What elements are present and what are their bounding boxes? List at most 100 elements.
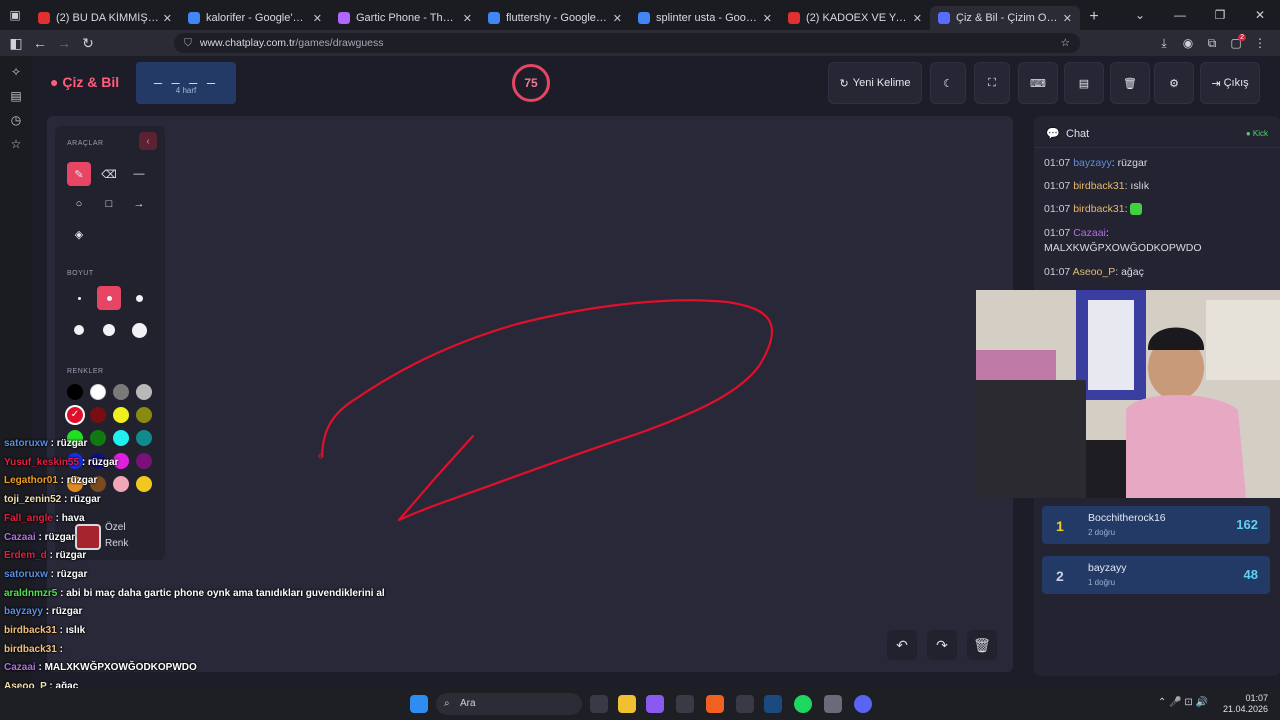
chat-username[interactable]: birdback31 [1073, 180, 1124, 192]
custom-color-label[interactable]: Özel Renk [105, 520, 128, 552]
undo-button[interactable]: ↶ [887, 630, 917, 660]
store-icon[interactable] [676, 695, 694, 713]
reload-icon[interactable]: ↻ [76, 35, 100, 52]
ai-icon[interactable]: ✧ [0, 60, 32, 84]
app-logo[interactable]: ● Çiz & Bil [50, 74, 119, 90]
color-swatch[interactable] [113, 384, 129, 400]
forward-icon[interactable]: → [52, 35, 76, 51]
restore-icon[interactable]: ❐ [1200, 8, 1240, 22]
task-view-icon[interactable] [590, 695, 608, 713]
chat-username[interactable]: bayzayy [1073, 157, 1112, 169]
color-swatch[interactable] [90, 430, 106, 446]
browser-tab[interactable]: (2) KADOEX VE YAKOTİBET STIL ✕ [780, 6, 930, 30]
browser-tab[interactable]: Çiz & Bil - Çizim Oyunu ✕ [930, 6, 1080, 30]
tab-list-icon[interactable]: ⌄ [1120, 8, 1160, 22]
player-points: 162 [1236, 517, 1258, 532]
tab-actions-icon[interactable]: ▣ [0, 0, 30, 30]
taskbar-search[interactable]: ⌕ Ara [436, 693, 582, 715]
file-explorer-icon[interactable] [618, 695, 636, 713]
redo-button[interactable]: ↷ [927, 630, 957, 660]
size-5[interactable] [97, 318, 121, 342]
tab-close-icon[interactable]: ✕ [463, 12, 472, 25]
firefox-icon[interactable] [706, 695, 724, 713]
color-swatch[interactable]: ✓ [67, 407, 83, 423]
account-icon[interactable]: ◉ [1176, 36, 1200, 50]
favorites-icon[interactable]: ☆ [0, 132, 32, 156]
notification-icon[interactable]: ▢ 2 [1224, 34, 1248, 50]
new-tab-button[interactable]: + [1080, 8, 1108, 26]
discord-icon[interactable] [854, 695, 872, 713]
copilot-icon[interactable] [646, 695, 664, 713]
overlay-message: Legathor01 : rüzgar [4, 475, 97, 486]
exit-label: Çıkış [1223, 77, 1249, 89]
exit-button[interactable]: ⇥ Çıkış [1200, 62, 1260, 104]
back-icon[interactable]: ← [28, 35, 52, 51]
archive-button[interactable]: ▤ [1064, 62, 1104, 104]
chat-username[interactable]: Cazaai [1073, 227, 1106, 239]
circle-tool[interactable]: ○ [67, 192, 91, 216]
menu-icon[interactable]: ⋮ [1248, 36, 1272, 50]
settings-app-icon[interactable] [824, 695, 842, 713]
browser-tab[interactable]: kalorifer - Google'da Ara ✕ [180, 6, 330, 30]
eraser-tool[interactable]: ⌫ [97, 162, 121, 186]
size-6[interactable] [127, 318, 151, 342]
color-swatch[interactable] [136, 407, 152, 423]
color-swatch[interactable] [113, 476, 129, 492]
size-4[interactable] [67, 318, 91, 342]
chat-username[interactable]: Aseoo_P [1073, 266, 1116, 278]
new-word-button[interactable]: ↻ Yeni Kelime [828, 62, 922, 104]
brush-tool[interactable]: ✎ [67, 162, 91, 186]
color-swatch[interactable] [113, 430, 129, 446]
delete-button[interactable]: 🗑 [1110, 62, 1150, 104]
clock[interactable]: 01:07 21.04.2026 [1223, 693, 1268, 715]
color-swatch[interactable] [90, 407, 106, 423]
color-swatch[interactable] [136, 384, 152, 400]
clear-canvas-button[interactable]: 🗑 [967, 630, 997, 660]
address-bar[interactable]: ⛉ www.chatplay.com.tr/games/drawguess ☆ [174, 33, 1080, 53]
github-icon[interactable] [736, 695, 754, 713]
size-2[interactable] [97, 286, 121, 310]
tab-close-icon[interactable]: ✕ [1063, 12, 1072, 25]
collapse-panel-button[interactable]: ‹ [139, 132, 157, 150]
arrow-tool[interactable]: → [127, 192, 151, 216]
rectangle-tool[interactable]: □ [97, 192, 121, 216]
browser-tab[interactable]: (2) BU DA KİMMİŞ? I Five Nights ✕ [30, 6, 180, 30]
chat-username[interactable]: birdback31 [1073, 203, 1124, 215]
fullscreen-button[interactable]: ⛶ [974, 62, 1010, 104]
browser-tab[interactable]: fluttershy - Google'da Ara ✕ [480, 6, 630, 30]
custom-color-swatch[interactable] [75, 524, 101, 550]
size-3[interactable] [127, 286, 151, 310]
start-icon[interactable] [410, 695, 428, 713]
tab-close-icon[interactable]: ✕ [613, 12, 622, 25]
tab-close-icon[interactable]: ✕ [313, 12, 322, 25]
keyboard-button[interactable]: ⌨ [1018, 62, 1058, 104]
color-swatch[interactable] [136, 453, 152, 469]
fill-tool[interactable]: ◈ [67, 222, 91, 246]
site-info-icon[interactable]: ⛉ [184, 37, 192, 50]
theme-toggle-button[interactable]: ☾ [930, 62, 966, 104]
bookmark-star-icon[interactable]: ☆ [1061, 37, 1070, 49]
browser-tab[interactable]: splinter usta - Google'da Ara ✕ [630, 6, 780, 30]
history-icon[interactable]: ◷ [0, 108, 32, 132]
color-swatch[interactable] [90, 384, 106, 400]
color-swatch[interactable] [67, 384, 83, 400]
sidebar-toggle-icon[interactable]: ◧ [4, 35, 28, 52]
color-swatch[interactable] [136, 476, 152, 492]
size-1[interactable] [67, 286, 91, 310]
reading-list-icon[interactable]: ▤ [0, 84, 32, 108]
system-tray[interactable]: ⌃ 🎤 ⊡ 🔊 [1158, 697, 1208, 708]
tab-close-icon[interactable]: ✕ [163, 12, 172, 25]
color-swatch[interactable] [136, 430, 152, 446]
close-window-icon[interactable]: ✕ [1240, 8, 1280, 22]
steam-icon[interactable] [764, 695, 782, 713]
color-swatch[interactable] [113, 407, 129, 423]
download-icon[interactable]: ⤓ [1152, 36, 1176, 51]
line-tool[interactable]: — [127, 162, 151, 186]
browser-tab[interactable]: Gartic Phone - The Telephone G ✕ [330, 6, 480, 30]
tab-close-icon[interactable]: ✕ [763, 12, 772, 25]
tab-close-icon[interactable]: ✕ [913, 12, 922, 25]
minimize-icon[interactable]: — [1160, 8, 1200, 22]
spotify-icon[interactable] [794, 695, 812, 713]
settings-button[interactable]: ⚙ [1154, 62, 1194, 104]
extensions-icon[interactable]: ⧉ [1200, 36, 1224, 51]
